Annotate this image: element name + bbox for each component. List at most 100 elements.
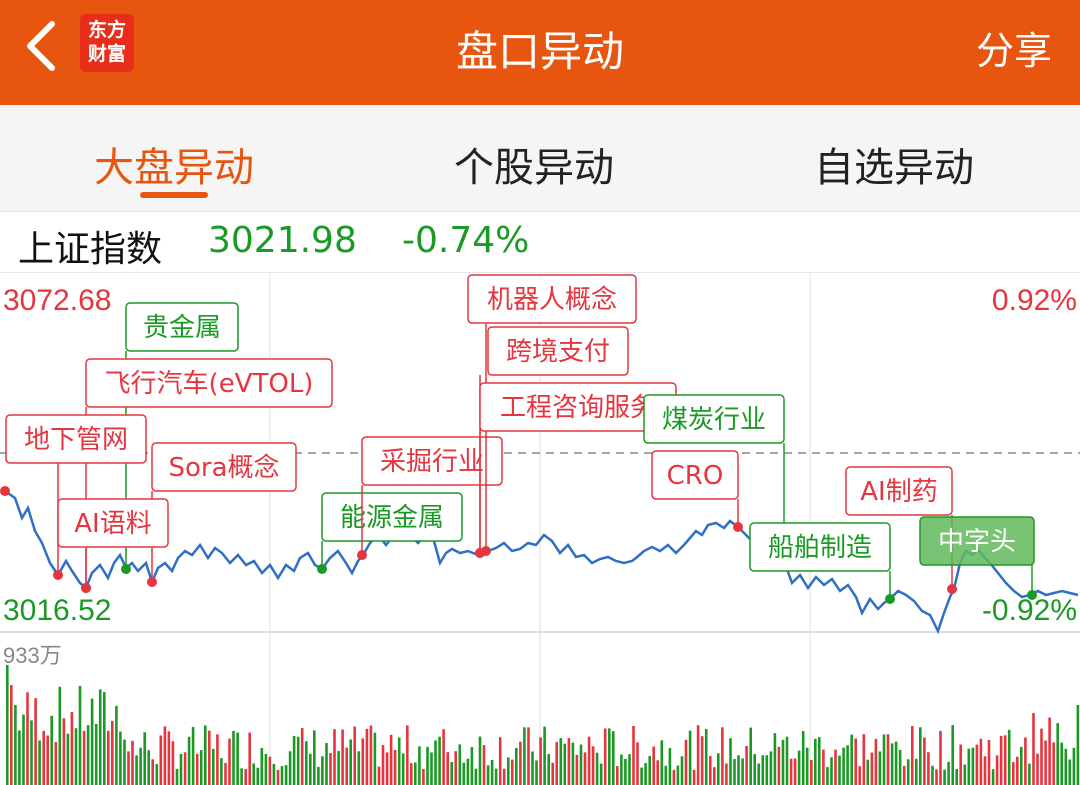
tab-stock-movement[interactable]: 个股异动 xyxy=(454,135,614,193)
volume-bar xyxy=(1028,763,1031,785)
volume-bar xyxy=(874,738,878,785)
volume-bar xyxy=(757,763,760,785)
volume-bar xyxy=(381,745,385,785)
annotation-tag: 中字头 xyxy=(919,516,1037,600)
volume-bar xyxy=(260,748,264,785)
annotation-label: AI语料 xyxy=(74,509,151,539)
share-button[interactable]: 分享 xyxy=(976,20,1052,75)
annotation-dot xyxy=(147,577,157,587)
annotation-dot xyxy=(475,548,485,558)
volume-bar xyxy=(531,751,534,785)
page-title: 盘口异动 xyxy=(455,27,624,76)
volume-bar xyxy=(684,739,688,785)
volume-bar xyxy=(74,728,78,785)
volume-bar xyxy=(729,738,732,785)
volume-bar xyxy=(179,753,183,785)
volume-bar xyxy=(288,751,292,785)
volume-bar xyxy=(1048,717,1051,785)
volume-bar xyxy=(131,740,134,785)
volume-bar xyxy=(30,720,33,785)
annotation-dot xyxy=(317,564,327,574)
annotation-label: 煤炭行业 xyxy=(662,405,766,435)
volume-bar xyxy=(434,740,437,785)
volume-bar xyxy=(547,754,550,785)
volume-bar xyxy=(191,727,195,785)
volume-bar xyxy=(256,767,260,785)
volume-bar xyxy=(595,752,599,785)
volume-bar xyxy=(919,727,922,785)
annotation-dot xyxy=(357,550,367,560)
volume-bar xyxy=(563,743,567,785)
volume-bar xyxy=(1056,723,1059,785)
volume-bar xyxy=(38,740,41,785)
volume-bar xyxy=(151,759,154,785)
volume-bar xyxy=(704,728,708,785)
volume-bar xyxy=(317,766,320,785)
volume-bar xyxy=(822,749,825,785)
volume-bar xyxy=(644,763,647,785)
volume-bar xyxy=(341,729,344,785)
annotation-label: 船舶制造 xyxy=(768,533,872,563)
volume-bar xyxy=(401,753,405,785)
volume-bar xyxy=(280,766,284,785)
volume-bar xyxy=(850,734,853,785)
volume-bar xyxy=(858,766,861,785)
volume-bar xyxy=(688,730,692,785)
volume-bar xyxy=(305,741,308,785)
annotation-dot xyxy=(81,583,91,593)
volume-bar xyxy=(1024,737,1027,785)
volume-bar xyxy=(923,737,926,785)
volume-bar xyxy=(616,766,619,785)
volume-bar xyxy=(313,730,316,785)
volume-bar xyxy=(199,750,203,785)
volume-bar xyxy=(814,738,817,785)
index-value: 3021.98 xyxy=(208,220,357,261)
volume-bar xyxy=(587,736,591,785)
volume-bar xyxy=(337,751,340,785)
annotation-label: AI制药 xyxy=(860,477,937,507)
volume-bar xyxy=(54,742,58,785)
volume-bar xyxy=(826,767,829,785)
volume-bar xyxy=(1072,747,1076,785)
volume-bar xyxy=(777,746,781,785)
volume-bar xyxy=(810,759,813,785)
active-tab-indicator xyxy=(140,192,208,198)
volume-bar xyxy=(454,751,457,785)
intraday-chart[interactable]: 3072.68 3016.52 0.92% -0.92% 933万 贵金属飞行汽… xyxy=(0,273,1080,785)
volume-bar xyxy=(1040,728,1043,785)
volume-bar xyxy=(357,751,361,785)
volume-bar xyxy=(692,769,696,785)
annotation-tags: 贵金属飞行汽车(eVTOL) 地下管网 Sora概念 AI语料 能源金属 采掘行业 机器人概… xyxy=(0,274,1037,604)
volume-bar xyxy=(721,727,724,785)
volume-bar xyxy=(842,747,845,785)
volume-bar xyxy=(636,742,639,785)
volume-bar xyxy=(672,769,676,785)
volume-bar xyxy=(292,736,296,785)
index-name: 上证指数 xyxy=(18,229,163,270)
volume-bar xyxy=(624,759,627,785)
volume-bar xyxy=(955,769,958,785)
volume-bar xyxy=(438,736,441,785)
volume-bar xyxy=(915,758,918,785)
volume-bar xyxy=(886,734,890,785)
volume-bar xyxy=(482,745,486,785)
volume-bar xyxy=(284,765,288,785)
volume-bar xyxy=(733,759,736,785)
volume-bar xyxy=(377,766,381,785)
top-bar: 东方 财富 盘口异动 分享 xyxy=(0,0,1080,105)
volume-bar xyxy=(987,740,991,785)
volume-bar xyxy=(947,761,950,785)
volume-bar xyxy=(967,748,971,785)
volume-bar xyxy=(240,768,243,785)
volume-bar xyxy=(878,751,882,785)
volume-bar xyxy=(979,738,983,785)
volume-bar xyxy=(805,747,809,785)
volume-bar xyxy=(10,685,13,785)
volume-bar xyxy=(507,757,510,785)
volume-bar xyxy=(612,731,615,785)
tab-watchlist-movement[interactable]: 自选异动 xyxy=(814,135,974,193)
volume-bar xyxy=(785,736,789,785)
tab-market-movement[interactable]: 大盘异动 xyxy=(94,135,254,193)
annotation-dot xyxy=(121,564,131,574)
volume-bar xyxy=(931,765,934,785)
